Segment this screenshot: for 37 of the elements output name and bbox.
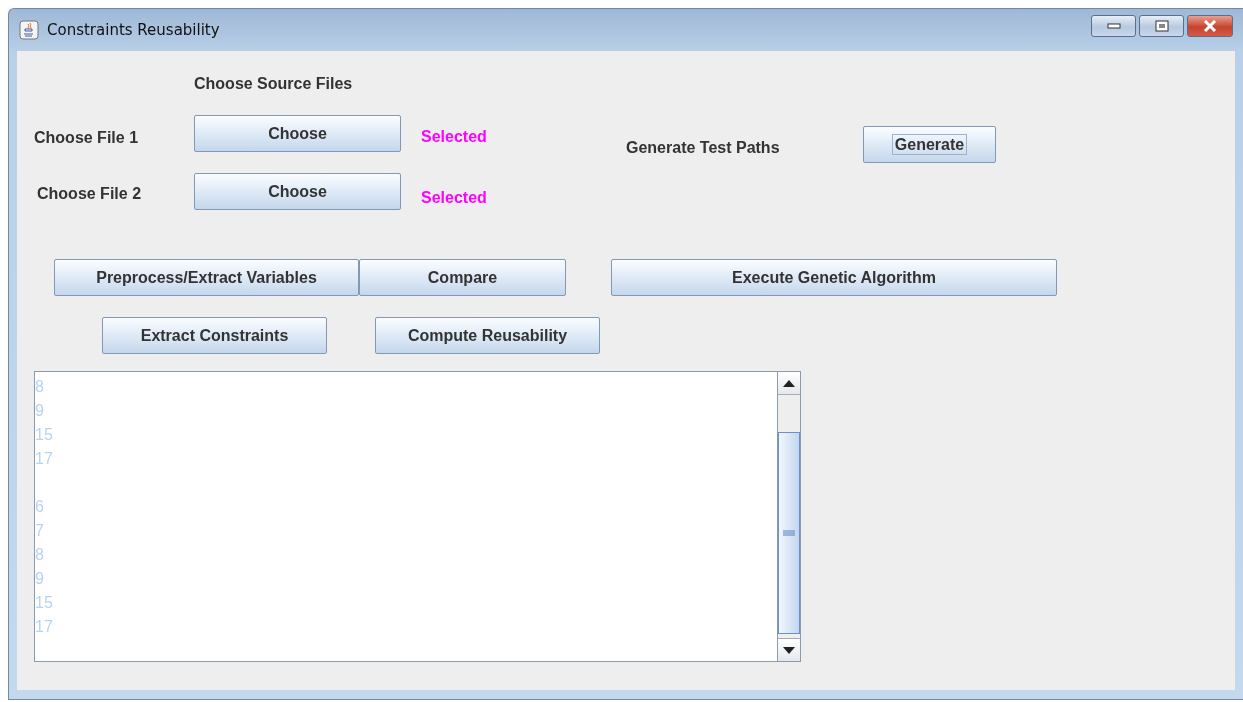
output-line: 9 [35,401,45,421]
scroll-thumb[interactable] [778,432,800,634]
output-line: 15 [35,425,54,445]
maximize-button[interactable] [1139,15,1184,37]
scrollbar[interactable] [777,372,800,661]
window-title: Constraints Reusability [47,21,220,39]
output-line: 9 [35,569,45,589]
generate-label: Generate Test Paths [626,138,781,157]
output-line: 6 [35,497,45,517]
output-line: 7 [35,521,45,541]
minimize-button[interactable] [1091,15,1136,37]
grip-icon [783,530,795,536]
java-cup-icon [19,20,39,40]
section-heading: Choose Source Files [194,75,354,93]
up-arrow-icon[interactable] [783,379,795,387]
close-button[interactable] [1187,15,1233,37]
action-button[interactable]: Compute Reusability [375,317,600,354]
close-icon [1202,20,1218,32]
action-button[interactable]: Choose [194,173,401,210]
maximize-icon [1154,20,1169,32]
action-button[interactable]: Extract Constraints [102,317,327,354]
output-line: 17 [35,449,54,469]
down-arrow-icon[interactable] [783,646,795,654]
minimize-icon [1106,23,1121,29]
file-label: Choose File 2 [37,184,143,203]
action-button[interactable]: Compare [359,259,566,296]
file-label: Choose File 1 [34,128,140,147]
action-button[interactable]: Preprocess/Extract Variables [54,259,359,296]
selected-status: Selected [421,188,488,207]
output-line: 17 [35,617,54,637]
output-line: 8 [35,377,45,397]
action-button[interactable]: Choose [194,115,401,152]
generate-button[interactable]: Generate [863,126,996,163]
action-button[interactable]: Execute Genetic Algorithm [611,259,1057,296]
output-line: 8 [35,545,45,565]
selected-status: Selected [421,127,488,146]
output-line: 15 [35,593,54,613]
